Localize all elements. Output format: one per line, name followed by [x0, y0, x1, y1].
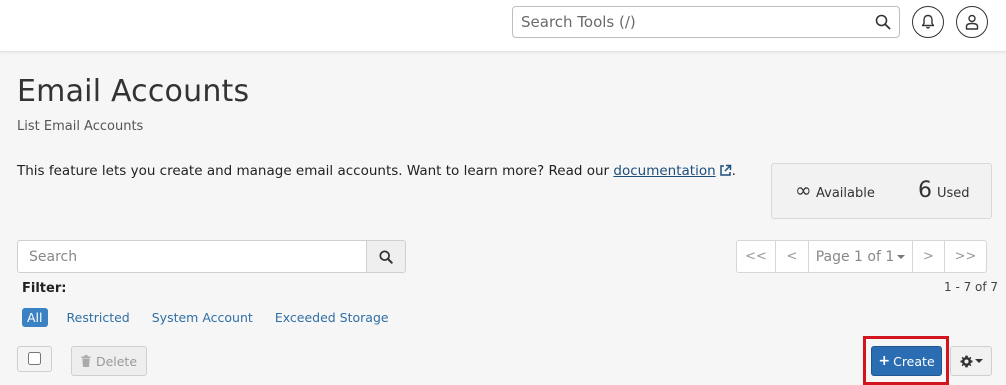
search-icon[interactable] [875, 14, 891, 30]
intro-description: This feature lets you create and manage … [17, 163, 614, 179]
select-all-checkbox[interactable] [28, 352, 41, 365]
account-search-button[interactable] [366, 240, 406, 273]
filter-label: Filter: [22, 281, 67, 296]
bell-icon [921, 14, 935, 29]
results-count: 1 - 7 of 7 [944, 280, 999, 294]
select-all-box [17, 346, 52, 372]
notifications-button[interactable] [912, 6, 944, 38]
tool-search-input[interactable] [513, 7, 863, 37]
used-count: 6 [918, 178, 932, 203]
available-label: Available [816, 186, 875, 201]
infinity-icon: ∞ [795, 178, 812, 202]
pagination: << < Page 1 of 1 > >> [736, 240, 987, 273]
delete-button[interactable]: Delete [71, 346, 147, 376]
external-link-icon [719, 164, 731, 176]
settings-dropdown-button[interactable] [950, 346, 992, 376]
used-label: Used [937, 186, 970, 201]
tool-search-box [512, 6, 900, 38]
documentation-link[interactable]: documentation [613, 163, 715, 179]
filter-restricted[interactable]: Restricted [67, 310, 130, 325]
create-button[interactable]: + Create [871, 346, 942, 376]
filter-options: All Restricted System Account Exceeded S… [22, 308, 411, 327]
plus-icon: + [878, 353, 891, 369]
delete-label: Delete [95, 353, 138, 369]
last-page-button[interactable]: >> [944, 240, 987, 273]
account-search-input[interactable] [18, 241, 367, 272]
trash-icon [81, 355, 91, 367]
page-select-label: Page 1 of 1 [815, 248, 895, 265]
documentation-link-label: documentation [613, 163, 716, 179]
filter-system-account[interactable]: System Account [152, 310, 253, 325]
gear-icon [959, 355, 973, 367]
top-bar [0, 0, 1006, 52]
first-page-button[interactable]: << [736, 240, 776, 273]
page-select[interactable]: Page 1 of 1 [808, 240, 913, 273]
filter-exceeded-storage[interactable]: Exceeded Storage [275, 310, 389, 325]
filter-all[interactable]: All [22, 308, 48, 327]
intro-text: This feature lets you create and manage … [17, 163, 736, 179]
page-subtitle: List Email Accounts [17, 119, 144, 134]
prev-page-button[interactable]: < [775, 240, 809, 273]
user-icon [965, 14, 979, 30]
search-icon [379, 249, 393, 264]
next-page-button[interactable]: > [912, 240, 945, 273]
intro-suffix: . [731, 163, 736, 179]
quota-panel: ∞ Available 6 Used [771, 163, 992, 219]
page-title: Email Accounts [17, 74, 250, 109]
create-label: Create [893, 353, 935, 369]
account-search-box [17, 240, 367, 273]
user-menu-button[interactable] [956, 6, 988, 38]
chevron-down-icon [897, 254, 906, 259]
chevron-down-icon [974, 359, 983, 363]
